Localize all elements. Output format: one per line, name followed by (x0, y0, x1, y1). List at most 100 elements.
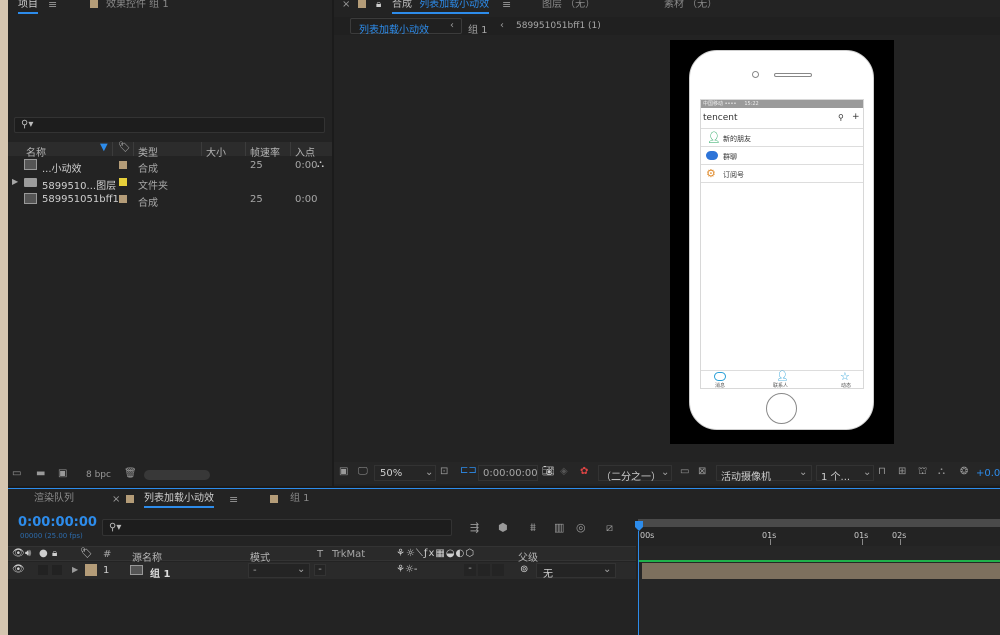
monitor-icon[interactable]: 🖵 (358, 466, 368, 477)
composition-icon (24, 193, 37, 204)
current-time-indicator[interactable] (635, 521, 643, 635)
tab-timeline-group-label: 组 1 (290, 493, 310, 504)
shy-layers-icon[interactable]: ⩩ (530, 521, 536, 535)
lock-icon[interactable]: 🔒︎ (376, 0, 381, 10)
layer-switch-box[interactable]: - (464, 564, 476, 576)
time-ruler[interactable]: 00s 01s 01s 02s (638, 519, 1000, 545)
project-item[interactable]: ...小动效 合成 25 0:00 ⛬ (8, 157, 332, 175)
tab-render-queue-label: 渲染队列 (34, 493, 74, 504)
timeline-search-input[interactable]: ⚲▾ (102, 519, 452, 536)
3d-view-icon[interactable]: ⛫ (918, 466, 927, 479)
panel-menu-icon[interactable]: ≡ (502, 0, 511, 11)
tab-project[interactable]: 项目 (18, 0, 38, 14)
views-select[interactable]: 1 个... ⌄ (816, 465, 874, 483)
trkmat-toggle[interactable]: - (314, 564, 326, 576)
layer-duration-bar[interactable] (642, 563, 1000, 579)
fit-frame-icon[interactable]: ⊡ (440, 466, 448, 477)
toggle-pixel-aspect-icon[interactable]: ⊓ (878, 466, 886, 477)
breadcrumb-label: 列表加载小动效 (359, 25, 429, 36)
audio-icon[interactable]: 🔊︎ (25, 548, 31, 559)
transparency-grid-icon[interactable]: ⊠ (698, 466, 706, 477)
breadcrumb-item[interactable]: 组 1 (468, 21, 488, 36)
layer-label-swatch[interactable] (85, 564, 97, 576)
tab-effect-controls[interactable]: 效果控件 组 1 (106, 0, 169, 14)
comp-canvas[interactable]: 中国移动 •••• 15:22 tencent ⚲ + 👤︎ 新的朋友 群聊 ⚙… (670, 40, 894, 444)
zoom-select[interactable]: 50% ⌄ (374, 465, 436, 481)
solo-icon[interactable]: ● (39, 548, 48, 559)
expand-triangle-icon[interactable]: ▶ (72, 565, 78, 574)
project-item[interactable]: 589951051bff1 合成 25 0:00 (8, 191, 332, 209)
camera-snapshot-icon[interactable]: 📷︎ (542, 466, 555, 477)
motion-blur-icon[interactable]: ◎ (576, 521, 586, 534)
exposure-value[interactable]: +0.0 (976, 468, 1000, 479)
project-search-input[interactable]: ⚲▾ (14, 117, 325, 133)
layer-name[interactable]: 组 1 (150, 565, 170, 580)
chevron-down-icon: ⌄ (297, 564, 306, 575)
panel-menu-icon[interactable]: ≡ (229, 493, 238, 506)
layer-switch-box[interactable] (492, 564, 504, 576)
tab-render-queue[interactable]: 渲染队列 (34, 494, 74, 508)
layer-mode-select[interactable]: - ⌄ (248, 563, 310, 578)
chevron-left-icon[interactable]: ‹ (450, 20, 454, 31)
label-swatch (119, 161, 127, 169)
tab-footage[interactable]: 素材 （无） (664, 0, 717, 14)
layer-switch-box[interactable] (478, 564, 490, 576)
show-snapshot-icon[interactable]: ◈ (560, 466, 568, 477)
breadcrumb-item[interactable]: 589951051bff1 (1) (516, 21, 601, 31)
project-scrollbar[interactable] (144, 470, 210, 480)
comp-color-swatch (358, 0, 366, 8)
audio-toggle[interactable] (38, 565, 48, 575)
lock-icon[interactable]: 🔒︎ (52, 548, 57, 559)
close-icon[interactable]: × (112, 494, 120, 505)
eye-icon[interactable]: 👁︎ (12, 548, 25, 559)
tab-timeline-comp[interactable]: 列表加载小动效 (144, 494, 214, 508)
timeline-timecode[interactable]: 0:00:00:00 (18, 515, 97, 530)
tab-layer[interactable]: 图层 （无） (542, 0, 595, 14)
pick-whip-icon[interactable]: ⊚ (520, 564, 528, 575)
resolution-select[interactable]: （二分之一） ⌄ (598, 465, 672, 483)
new-composition-icon[interactable]: ▣ (58, 468, 67, 479)
panel-menu-icon[interactable]: ≡ (48, 0, 57, 11)
label-tag-icon[interactable]: 🏷 (118, 142, 131, 153)
close-icon[interactable]: × (342, 0, 350, 10)
fast-preview-icon[interactable]: ▭ (680, 466, 689, 477)
solo-toggle[interactable] (52, 565, 62, 575)
timeline-track-area[interactable] (638, 546, 1000, 635)
playhead-icon[interactable] (635, 521, 643, 531)
frame-blending-icon[interactable]: ▥ (554, 521, 564, 534)
region-of-interest-icon[interactable]: ⊏⊐ (460, 465, 477, 476)
parent-select[interactable]: 无 ⌄ (536, 563, 616, 580)
bpc-button[interactable]: 8 bpc (86, 470, 111, 480)
layer-switches[interactable]: ⚘☼- (396, 564, 418, 575)
draft-3d-icon[interactable]: ⬢ (498, 521, 508, 534)
contacts-icon: 👤︎ (776, 371, 789, 382)
chevron-left-icon[interactable]: ‹ (500, 20, 504, 31)
work-area-bar[interactable] (638, 519, 1000, 527)
graph-editor-icon[interactable]: ⧄ (606, 521, 613, 535)
trash-icon[interactable]: 🗑 (124, 468, 137, 479)
interpret-footage-icon[interactable]: ▭ (12, 468, 21, 479)
expand-triangle-icon[interactable]: ▶ (12, 177, 18, 186)
label-tag-icon[interactable]: 🏷 (80, 548, 93, 559)
new-folder-icon[interactable]: ▬ (36, 468, 45, 479)
camera-select[interactable]: 活动摄像机 ⌄ (716, 465, 812, 483)
reset-exposure-icon[interactable]: ⊞ (898, 466, 906, 477)
breadcrumb-item-current[interactable]: 列表加载小动效 (350, 18, 462, 36)
visibility-eye-icon[interactable]: 👁︎ (12, 564, 25, 575)
composition-viewer[interactable]: 中国移动 •••• 15:22 tencent ⚲ + 👤︎ 新的朋友 群聊 ⚙… (334, 36, 1000, 462)
flowchart-icon[interactable]: ⛬ (317, 159, 324, 170)
tab-composition[interactable]: 合成 列表加载小动效 (392, 0, 490, 14)
color-channels-icon[interactable]: ✿ (580, 466, 588, 477)
exposure-icon[interactable]: ❂ (960, 466, 968, 477)
layer-row[interactable]: 👁︎ ▶ 1 组 1 - ⌄ - ⚘☼- - ⊚ 无 ⌄ (8, 562, 636, 580)
phone-screen: 中国移动 •••• 15:22 tencent ⚲ + 👤︎ 新的朋友 群聊 ⚙… (700, 99, 864, 389)
tab-timeline-group[interactable]: 组 1 (290, 494, 310, 508)
search-icon: ⚲▾ (21, 119, 34, 130)
project-item[interactable]: ▶ 5899510...图层 文件夹 (8, 174, 332, 192)
comp-mini-flowchart-icon[interactable]: ⇶ (470, 521, 479, 534)
flowchart-icon[interactable]: ⛬ (938, 466, 945, 477)
sort-chevron-icon[interactable]: ▼ (100, 142, 108, 153)
always-preview-icon[interactable]: ▣ (339, 466, 348, 477)
tab-layer-label: 图层 （无） (542, 0, 596, 10)
current-time-field[interactable]: 0:00:00:00 (478, 465, 538, 481)
